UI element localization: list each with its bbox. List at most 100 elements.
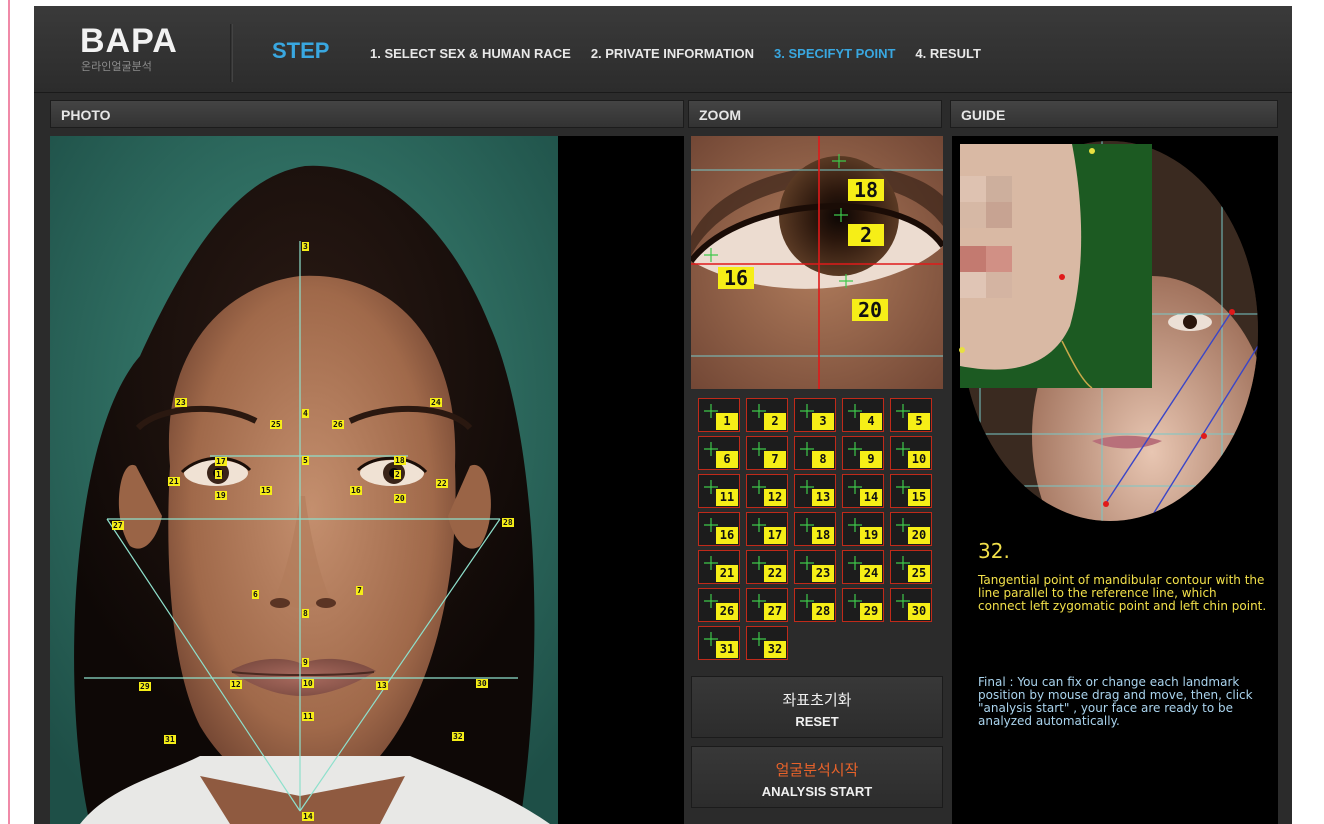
point-button-label: 21 bbox=[716, 565, 738, 582]
face-photo-canvas[interactable]: 3 4 25 26 23 24 5 17 1 19 21 15 18 2 20 … bbox=[50, 136, 684, 824]
point-button-4[interactable]: 4 bbox=[842, 398, 884, 432]
landmark-32[interactable]: 32 bbox=[452, 732, 464, 741]
point-button-2[interactable]: 2 bbox=[746, 398, 788, 432]
landmark-6[interactable]: 6 bbox=[252, 590, 259, 599]
step-4[interactable]: 4. RESULT bbox=[915, 46, 981, 61]
point-button-28[interactable]: 28 bbox=[794, 588, 836, 622]
landmark-4[interactable]: 4 bbox=[302, 409, 309, 418]
point-button-label: 20 bbox=[908, 527, 930, 544]
point-button-label: 25 bbox=[908, 565, 930, 582]
point-button-11[interactable]: 11 bbox=[698, 474, 740, 508]
point-button-10[interactable]: 10 bbox=[890, 436, 932, 470]
point-button-30[interactable]: 30 bbox=[890, 588, 932, 622]
landmark-1[interactable]: 1 bbox=[215, 470, 222, 479]
landmark-16[interactable]: 16 bbox=[350, 486, 362, 495]
point-button-label: 29 bbox=[860, 603, 882, 620]
point-button-18[interactable]: 18 bbox=[794, 512, 836, 546]
landmark-27[interactable]: 27 bbox=[112, 521, 124, 530]
point-button-24[interactable]: 24 bbox=[842, 550, 884, 584]
landmark-21[interactable]: 21 bbox=[168, 477, 180, 486]
landmark-28[interactable]: 28 bbox=[502, 518, 514, 527]
landmark-26[interactable]: 26 bbox=[332, 420, 344, 429]
landmark-7[interactable]: 7 bbox=[356, 586, 363, 595]
landmark-2[interactable]: 2 bbox=[394, 470, 401, 479]
landmark-10[interactable]: 10 bbox=[302, 679, 314, 688]
point-button-26[interactable]: 26 bbox=[698, 588, 740, 622]
point-button-23[interactable]: 23 bbox=[794, 550, 836, 584]
point-button-21[interactable]: 21 bbox=[698, 550, 740, 584]
step-2[interactable]: 2. PRIVATE INFORMATION bbox=[591, 46, 754, 61]
point-button-7[interactable]: 7 bbox=[746, 436, 788, 470]
landmark-30[interactable]: 30 bbox=[476, 679, 488, 688]
landmark-23[interactable]: 23 bbox=[175, 398, 187, 407]
point-button-15[interactable]: 15 bbox=[890, 474, 932, 508]
zoom-label-16: 16 bbox=[718, 267, 754, 289]
face-photo bbox=[50, 136, 684, 824]
point-button-14[interactable]: 14 bbox=[842, 474, 884, 508]
point-button-22[interactable]: 22 bbox=[746, 550, 788, 584]
point-button-12[interactable]: 12 bbox=[746, 474, 788, 508]
zoom-view: 18 2 16 20 bbox=[691, 136, 943, 389]
point-button-25[interactable]: 25 bbox=[890, 550, 932, 584]
point-button-20[interactable]: 20 bbox=[890, 512, 932, 546]
landmark-29[interactable]: 29 bbox=[139, 682, 151, 691]
landmark-9[interactable]: 9 bbox=[302, 658, 309, 667]
landmark-19[interactable]: 19 bbox=[215, 491, 227, 500]
point-button-label: 11 bbox=[716, 489, 738, 506]
step-navigation: 1. SELECT SEX & HUMAN RACE 2. PRIVATE IN… bbox=[370, 46, 981, 61]
point-button-label: 1 bbox=[716, 413, 738, 430]
analysis-start-button[interactable]: 얼굴분석시작 ANALYSIS START bbox=[691, 746, 943, 808]
point-button-6[interactable]: 6 bbox=[698, 436, 740, 470]
point-button-5[interactable]: 5 bbox=[890, 398, 932, 432]
header-divider bbox=[230, 24, 233, 82]
landmark-15[interactable]: 15 bbox=[260, 486, 272, 495]
landmark-5[interactable]: 5 bbox=[302, 456, 309, 465]
photo-panel-title: PHOTO bbox=[50, 100, 684, 128]
landmark-13[interactable]: 13 bbox=[376, 681, 388, 690]
landmark-20[interactable]: 20 bbox=[394, 494, 406, 503]
point-button-label: 23 bbox=[812, 565, 834, 582]
point-button-27[interactable]: 27 bbox=[746, 588, 788, 622]
landmark-12[interactable]: 12 bbox=[230, 680, 242, 689]
point-button-label: 19 bbox=[860, 527, 882, 544]
point-button-9[interactable]: 9 bbox=[842, 436, 884, 470]
landmark-3[interactable]: 3 bbox=[302, 242, 309, 251]
landmark-8[interactable]: 8 bbox=[302, 609, 309, 618]
guide-point-number: 32. bbox=[978, 539, 1010, 563]
step-1[interactable]: 1. SELECT SEX & HUMAN RACE bbox=[370, 46, 571, 61]
point-button-label: 13 bbox=[812, 489, 834, 506]
landmark-24[interactable]: 24 bbox=[430, 398, 442, 407]
step-3-active[interactable]: 3. SPECIFYT POINT bbox=[774, 46, 895, 61]
landmark-11[interactable]: 11 bbox=[302, 712, 314, 721]
point-button-32[interactable]: 32 bbox=[746, 626, 788, 660]
point-button-29[interactable]: 29 bbox=[842, 588, 884, 622]
guide-point-description: Tangential point of mandibular contour w… bbox=[978, 573, 1267, 613]
reset-button-label-en: RESET bbox=[795, 714, 839, 729]
reset-button[interactable]: 좌표초기화 RESET bbox=[691, 676, 943, 738]
point-button-16[interactable]: 16 bbox=[698, 512, 740, 546]
landmark-17[interactable]: 17 bbox=[215, 457, 227, 466]
point-button-8[interactable]: 8 bbox=[794, 436, 836, 470]
point-button-3[interactable]: 3 bbox=[794, 398, 836, 432]
point-button-label: 15 bbox=[908, 489, 930, 506]
point-button-13[interactable]: 13 bbox=[794, 474, 836, 508]
point-button-label: 24 bbox=[860, 565, 882, 582]
app-logo: BAPA bbox=[80, 22, 178, 60]
landmark-14[interactable]: 14 bbox=[302, 812, 314, 821]
point-button-label: 32 bbox=[764, 641, 786, 658]
point-button-31[interactable]: 31 bbox=[698, 626, 740, 660]
point-button-label: 18 bbox=[812, 527, 834, 544]
reset-button-label-ko: 좌표초기화 bbox=[782, 691, 852, 709]
point-button-label: 28 bbox=[812, 603, 834, 620]
landmark-18[interactable]: 18 bbox=[394, 456, 406, 465]
point-button-17[interactable]: 17 bbox=[746, 512, 788, 546]
point-selector-grid: 1 2 3 4 5 6 7 8 9 10 11 12 13 14 15 16 17 18 19 20 21 22 23 24 2… bbox=[698, 398, 938, 668]
guide-panel-title: GUIDE bbox=[950, 100, 1278, 128]
point-button-1[interactable]: 1 bbox=[698, 398, 740, 432]
page-left-border bbox=[8, 0, 10, 824]
point-button-19[interactable]: 19 bbox=[842, 512, 884, 546]
landmark-25[interactable]: 25 bbox=[270, 420, 282, 429]
app-logo-subtitle: 온라인얼굴분석 bbox=[81, 60, 152, 73]
landmark-22[interactable]: 22 bbox=[436, 479, 448, 488]
landmark-31[interactable]: 31 bbox=[164, 735, 176, 744]
